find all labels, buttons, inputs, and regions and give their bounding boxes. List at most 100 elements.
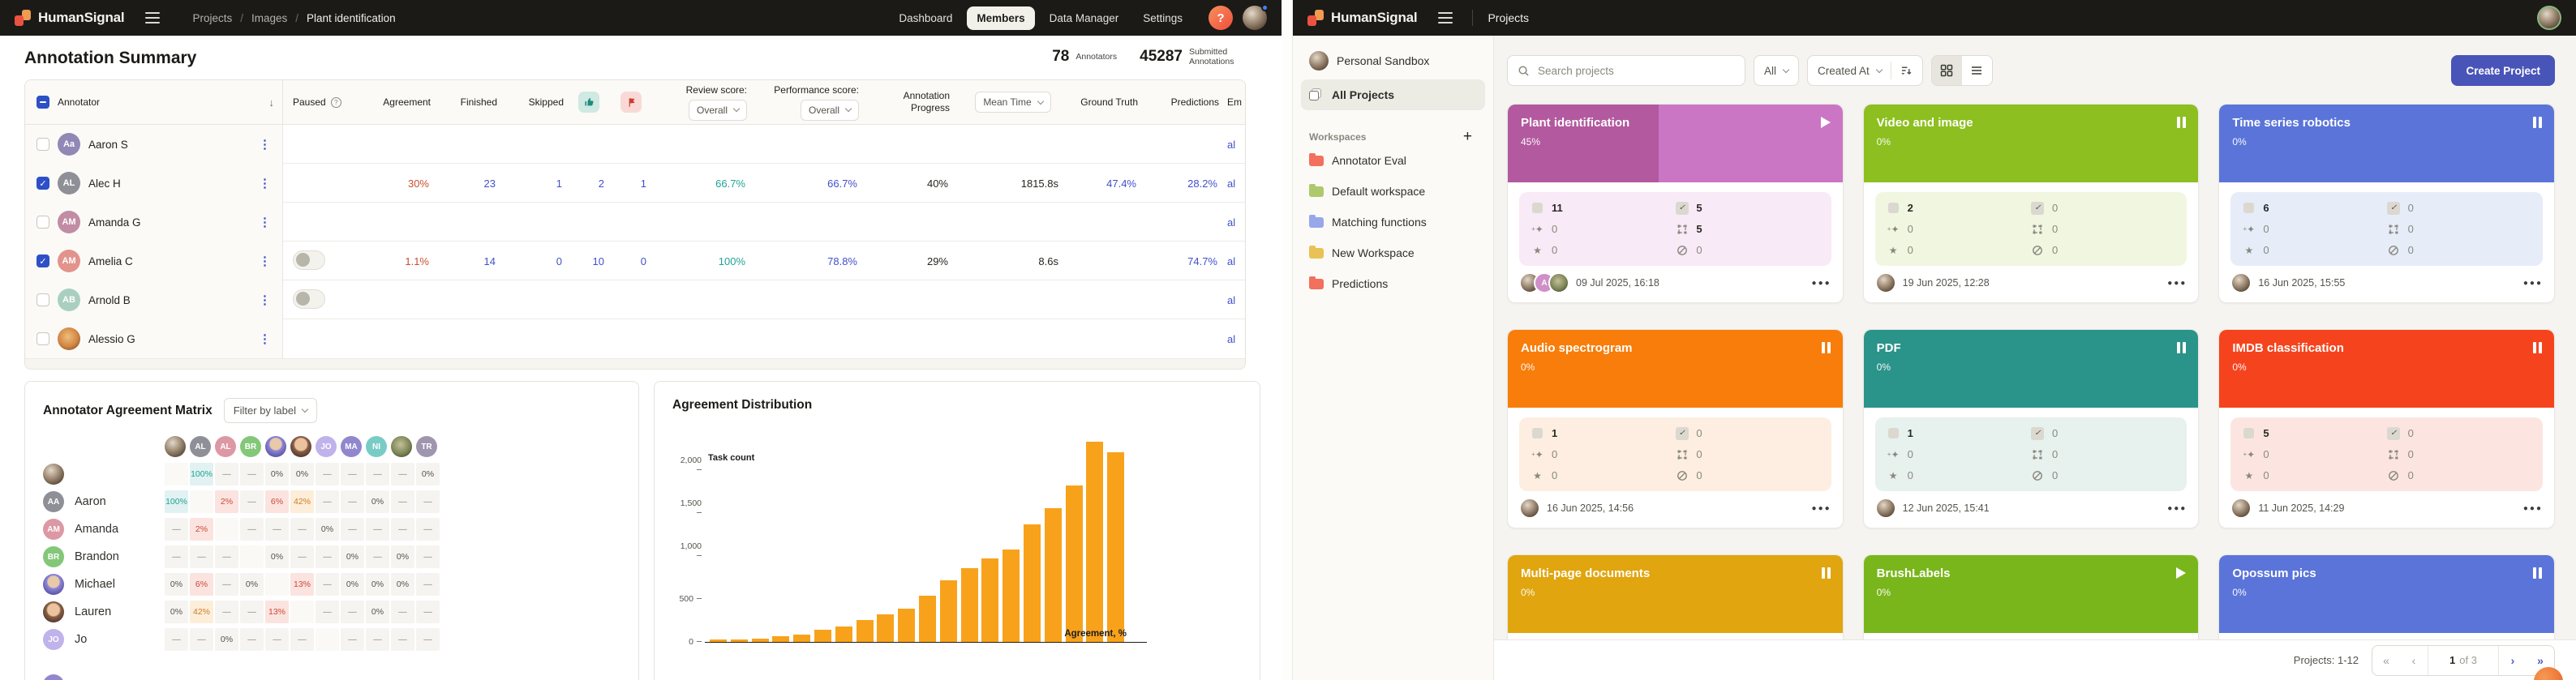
matrix-cell[interactable]: — [265,628,289,651]
histogram-bar[interactable] [1044,508,1062,642]
matrix-cell[interactable]: — [366,628,389,651]
menu-icon[interactable] [140,7,165,28]
histogram-bar[interactable] [1002,550,1020,642]
matrix-cell[interactable]: — [391,628,414,651]
matrix-cell[interactable]: — [215,601,238,623]
matrix-cell[interactable] [215,518,238,541]
nav-link-dashboard[interactable]: Dashboard [889,6,962,30]
histogram-bar[interactable] [835,627,852,642]
info-icon[interactable]: ? [330,96,341,108]
project-menu-icon[interactable]: ●●● [2523,504,2543,513]
pause-icon[interactable] [2177,117,2187,128]
matrix-cell[interactable]: — [190,545,213,568]
matrix-cell[interactable] [165,463,188,485]
project-card[interactable]: IMDB classification 0% 5 ✓ 0 + ✦ 0 0 ★ 0 0 11 Jun 20… [2218,329,2555,528]
row-checkbox[interactable]: ✓ [36,177,49,190]
matrix-cell[interactable]: — [341,518,364,541]
matrix-cell[interactable]: 0% [341,545,364,568]
histogram-bar[interactable] [1024,524,1041,642]
table-row[interactable]: Alessio G ⋮ al [25,319,1245,358]
paused-toggle[interactable] [293,289,325,309]
table-row[interactable]: AB Arnold B ⋮ al [25,280,1245,319]
matrix-cell[interactable]: — [416,545,440,568]
sort-descending-icon[interactable]: ↓ [269,96,283,109]
matrix-cell[interactable] [265,573,289,596]
matrix-cell[interactable]: — [316,545,339,568]
matrix-cell[interactable]: — [366,545,389,568]
menu-icon[interactable] [1433,7,1458,28]
histogram-bar[interactable] [751,639,769,642]
sidebar-item-all-projects[interactable]: All Projects [1301,79,1485,110]
row-menu-icon[interactable]: ⋮ [259,331,282,346]
sidebar-item-annotator-eval[interactable]: Annotator Eval [1301,145,1485,176]
matrix-cell[interactable]: — [316,463,339,485]
matrix-cell[interactable]: — [316,573,339,596]
project-menu-icon[interactable]: ●●● [2167,504,2187,513]
matrix-cell[interactable]: 0% [265,545,289,568]
breadcrumb-item[interactable]: Images [251,12,287,24]
pause-icon[interactable] [1821,342,1831,353]
matrix-cell[interactable]: 100% [190,463,213,485]
matrix-cell[interactable]: 0% [391,545,414,568]
matrix-cell[interactable]: 13% [290,573,314,596]
matrix-cell[interactable]: 6% [190,573,213,596]
row-checkbox[interactable] [36,138,49,151]
row-checkbox[interactable] [36,216,49,229]
histogram-bar[interactable] [793,635,811,642]
email-link[interactable]: al [1227,294,1245,306]
brand[interactable]: HumanSignal [1307,10,1418,26]
matrix-cell[interactable]: 2% [190,518,213,541]
matrix-cell[interactable]: 0% [265,463,289,485]
histogram-bar[interactable] [939,580,957,642]
histogram-bar[interactable] [981,558,999,642]
breadcrumb-item[interactable]: Projects [192,12,232,24]
user-avatar[interactable] [2537,6,2561,30]
email-link[interactable]: al [1227,216,1245,229]
email-link[interactable]: al [1227,139,1245,151]
histogram-bar[interactable] [730,639,748,642]
pause-icon[interactable] [1821,567,1831,579]
matrix-cell[interactable]: — [391,490,414,513]
sort-order-icon[interactable] [1900,65,1913,77]
matrix-cell[interactable]: — [416,490,440,513]
row-menu-icon[interactable]: ⋮ [259,254,282,268]
matrix-cell[interactable]: — [265,518,289,541]
pause-icon[interactable] [2532,117,2542,128]
filter-by-label-dropdown[interactable]: Filter by label [223,398,318,423]
matrix-cell[interactable]: — [341,628,364,651]
histogram-bar[interactable] [877,614,895,642]
matrix-cell[interactable] [290,601,314,623]
sort-by-dropdown[interactable]: Created At [1818,65,1870,77]
matrix-cell[interactable]: 42% [190,601,213,623]
row-checkbox[interactable] [36,293,49,306]
project-menu-icon[interactable]: ●●● [1812,279,1831,288]
matrix-cell[interactable]: — [316,601,339,623]
pause-icon[interactable] [2177,342,2187,353]
project-card[interactable]: Time series robotics 0% 6 ✓ 0 + ✦ 0 0 ★ 0 0 16 Jun 2… [2218,104,2555,303]
matrix-cell[interactable]: — [366,518,389,541]
project-menu-icon[interactable]: ●●● [1812,504,1831,513]
row-menu-icon[interactable]: ⋮ [259,215,282,229]
list-view-button[interactable] [1962,56,1992,85]
matrix-cell[interactable]: — [341,490,364,513]
matrix-cell[interactable]: 2% [215,490,238,513]
matrix-cell[interactable]: — [290,545,314,568]
row-menu-icon[interactable]: ⋮ [259,137,282,152]
row-menu-icon[interactable]: ⋮ [259,176,282,190]
project-card[interactable]: Audio spectrogram 0% 1 ✓ 0 + ✦ 0 0 ★ 0 0 16 Jun 2025… [1507,329,1844,528]
matrix-cell[interactable]: — [366,463,389,485]
nav-link-settings[interactable]: Settings [1133,6,1192,30]
histogram-bar[interactable] [1086,442,1104,642]
histogram-bar[interactable] [856,620,874,642]
help-button[interactable]: ? [1209,6,1233,30]
paused-toggle[interactable] [293,250,325,270]
row-menu-icon[interactable]: ⋮ [259,293,282,307]
matrix-cell[interactable]: 0% [366,490,389,513]
pause-icon[interactable] [2532,342,2542,353]
matrix-cell[interactable]: — [165,545,188,568]
sidebar-item-new-workspace[interactable]: New Workspace [1301,237,1485,268]
histogram-bar[interactable] [919,596,936,642]
matrix-cell[interactable]: — [391,601,414,623]
histogram-bar[interactable] [710,639,727,642]
matrix-cell[interactable]: — [391,463,414,485]
